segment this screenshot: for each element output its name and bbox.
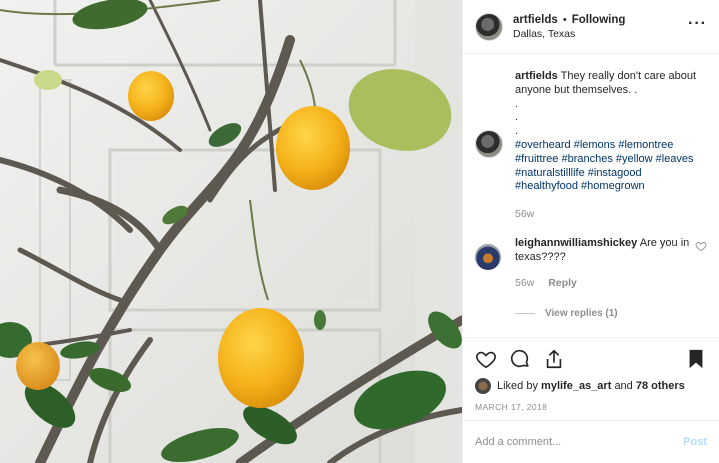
header-separator: • bbox=[562, 13, 567, 26]
post-date[interactable]: MARCH 17, 2018 bbox=[475, 402, 707, 412]
add-comment-input[interactable] bbox=[475, 436, 684, 448]
author-info: artfields • Following Dallas, Texas bbox=[513, 13, 688, 41]
caption-dot: . bbox=[515, 97, 519, 110]
post-photo[interactable] bbox=[0, 0, 462, 463]
author-avatar[interactable] bbox=[475, 12, 503, 41]
post-comment-button[interactable]: Post bbox=[683, 436, 707, 448]
caption-age[interactable]: 56w bbox=[515, 208, 707, 222]
comment-age[interactable]: 56w bbox=[515, 276, 534, 290]
post-actions: Liked by mylife_as_art and 78 others MAR… bbox=[463, 337, 719, 420]
action-icons bbox=[475, 346, 707, 372]
commenter-avatar[interactable] bbox=[475, 243, 501, 270]
post-header: artfields • Following Dallas, Texas ··· bbox=[463, 0, 719, 54]
caption-dot: . bbox=[515, 111, 519, 124]
author-username[interactable]: artfields bbox=[513, 14, 558, 26]
view-replies-label: View replies (1) bbox=[545, 307, 618, 319]
caption-hashtags[interactable]: #overheard #lemons #lemontree #fruittree… bbox=[515, 139, 694, 192]
caption-body: artfields They really don't care about a… bbox=[515, 70, 707, 222]
likes-and: and bbox=[614, 380, 633, 392]
lemon-tree-photo bbox=[0, 0, 462, 463]
more-horizontal-icon[interactable]: ··· bbox=[688, 15, 707, 35]
view-replies-button[interactable]: View replies (1) bbox=[515, 308, 707, 319]
post-location[interactable]: Dallas, Texas bbox=[513, 27, 688, 41]
following-button[interactable]: Following bbox=[572, 14, 626, 26]
add-comment-bar: Post bbox=[463, 420, 719, 463]
commenter-username[interactable]: leighannwilliamshickey bbox=[515, 237, 637, 249]
likes-prefix: Liked by bbox=[497, 380, 538, 392]
post-side-panel: artfields • Following Dallas, Texas ··· … bbox=[462, 0, 719, 463]
reply-button[interactable]: Reply bbox=[548, 276, 577, 290]
heart-outline-icon[interactable] bbox=[475, 348, 497, 370]
likes-others-count[interactable]: 78 others bbox=[636, 380, 685, 392]
liker-avatar[interactable] bbox=[475, 378, 491, 394]
caption-username[interactable]: artfields bbox=[515, 70, 558, 82]
caption-dot: . bbox=[515, 125, 519, 138]
caption: artfields They really don't care about a… bbox=[475, 70, 707, 222]
bookmark-filled-icon[interactable] bbox=[685, 348, 707, 370]
share-icon[interactable] bbox=[543, 348, 565, 370]
instagram-post: artfields • Following Dallas, Texas ··· … bbox=[0, 0, 719, 463]
comments-section[interactable]: artfields They really don't care about a… bbox=[463, 54, 719, 337]
view-replies-line bbox=[515, 312, 535, 314]
comment-meta: 56w Reply bbox=[515, 276, 693, 290]
comment-body: leighannwilliamshickey Are you in texas?… bbox=[515, 236, 693, 290]
comment-item: leighannwilliamshickey Are you in texas?… bbox=[475, 236, 707, 290]
comment-bubble-icon[interactable] bbox=[509, 348, 531, 370]
caption-author-avatar[interactable] bbox=[475, 130, 503, 158]
comment-like-icon[interactable] bbox=[695, 240, 707, 252]
liker-username[interactable]: mylife_as_art bbox=[541, 380, 611, 392]
likes-summary: Liked by mylife_as_art and 78 others bbox=[475, 378, 707, 394]
